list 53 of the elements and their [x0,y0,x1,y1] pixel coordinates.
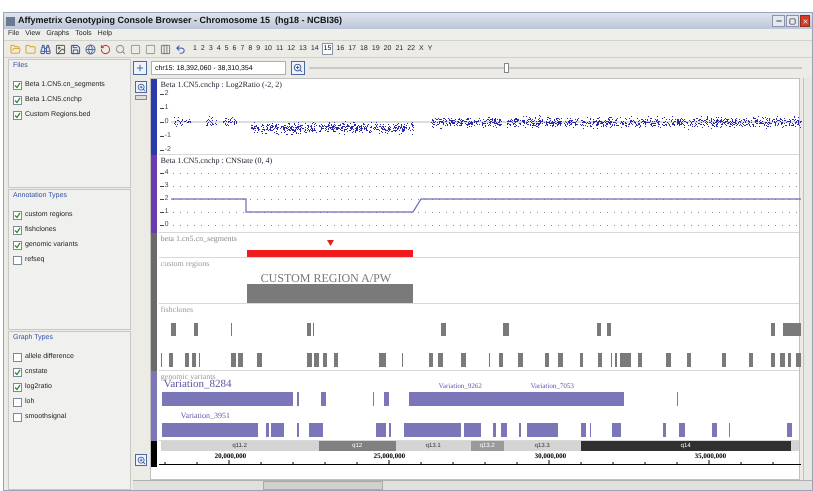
square-icon[interactable] [130,44,141,54]
close-button[interactable] [800,15,810,27]
track-title: Beta 1.CN5.cnchp : CNState (0, 4) [160,156,272,165]
maximize-icon [789,18,796,24]
window-title: Affymetrix Genotyping Console Browser - Chromosome 15 (hg18 - NCBI36) [18,14,342,28]
binoculars-icon[interactable] [40,44,51,54]
app-icon [6,16,15,26]
zoom-in-icon [293,63,303,73]
segment-marker-icon [326,240,334,246]
checkbox[interactable] [13,382,22,392]
zoom-out-button[interactable] [135,454,148,466]
undo-icon[interactable] [175,44,186,54]
maximize-button[interactable] [786,15,799,27]
checkbox[interactable] [13,398,22,407]
checkbox[interactable] [13,80,22,90]
square-icon[interactable] [145,44,156,54]
zoom-slider[interactable] [309,63,802,73]
globe-icon[interactable] [85,44,96,54]
checkbox[interactable] [13,226,22,235]
vertical-scrollbar[interactable] [802,78,812,480]
track-title: fishclones [160,305,194,314]
checkbox[interactable] [13,96,22,104]
zoom-icon [136,456,146,464]
minimize-button[interactable] [772,15,785,27]
checkbox[interactable] [13,210,22,220]
checkbox[interactable] [13,110,22,120]
variant-label: Variation_3951 [180,412,230,420]
region-label: CUSTOM REGION A/PW [260,270,392,287]
checkbox[interactable] [13,368,22,377]
slider-thumb[interactable] [504,63,510,73]
checkbox[interactable] [13,352,22,362]
refresh-icon[interactable] [100,44,111,54]
close-icon [802,18,808,24]
columns-icon[interactable] [160,44,171,54]
zoom-in-icon [136,82,146,92]
checkbox[interactable] [13,256,22,265]
scrollbar-thumb[interactable] [263,481,383,490]
move-icon [135,63,145,73]
zoom-in-button[interactable] [135,81,148,93]
zoom-handle[interactable] [135,95,148,100]
search-icon[interactable] [115,44,126,54]
horizontal-scrollbar[interactable] [133,480,812,490]
track-title: beta 1.cn5.cn_segments [160,234,237,243]
zoom-button[interactable] [291,61,305,75]
save-icon[interactable] [70,44,81,54]
checkbox[interactable] [13,240,22,250]
track-title: genomic variants [160,372,216,381]
track-title: Beta 1.CN5.cnchp : Log2Ratio (-2, 2) [160,80,282,89]
checkbox[interactable] [13,412,22,422]
variant-label: Variation_8284 [164,379,232,390]
pan-button[interactable] [133,61,147,75]
image-icon[interactable] [55,44,66,54]
track-title: custom regions [160,259,210,268]
